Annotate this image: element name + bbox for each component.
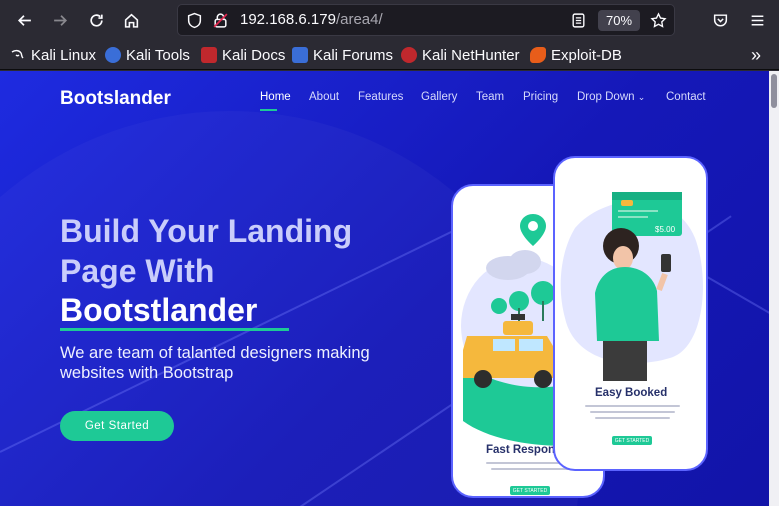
hero-subtitle-line2: websites with Bootstrap (60, 364, 234, 382)
phone-right-text-line (595, 417, 670, 419)
bookmark-star-icon[interactable] (650, 12, 667, 29)
kali-tools-icon (105, 47, 121, 63)
phone-left-button: GET STARTED (510, 486, 550, 495)
hero-subtitle-line1: We are team of talanted designers making (60, 344, 370, 362)
hero-underline (60, 328, 289, 331)
zoom-level[interactable]: 70% (598, 10, 640, 31)
web-page: Bootslander Home About Features Gallery … (0, 71, 769, 506)
bookmark-label: Exploit-DB (551, 46, 622, 64)
hero-title-line1: Build Your Landing (60, 213, 353, 249)
phone-mockup-right: $5.00 Easy Booked GET STARTED (553, 156, 708, 471)
page-scrollbar[interactable] (769, 71, 779, 506)
hamburger-icon (751, 14, 763, 26)
reader-view-icon[interactable] (570, 12, 587, 29)
browser-toolbar: 192.168.6.179/area4/ 70% (0, 0, 779, 40)
nav-pricing[interactable]: Pricing (523, 91, 558, 103)
exploit-db-icon (530, 47, 546, 63)
nav-features[interactable]: Features (358, 91, 403, 103)
bookmark-kali-docs[interactable]: Kali Docs (201, 45, 285, 65)
url-path: /area4/ (335, 11, 383, 28)
forward-arrow-icon (53, 14, 67, 26)
back-arrow-icon (17, 14, 31, 26)
chevron-down-icon: ⌄ (637, 92, 646, 102)
home-icon (124, 13, 138, 28)
bookmark-kali-tools[interactable]: Kali Tools (105, 45, 190, 65)
pocket-icon (713, 13, 727, 27)
bookmark-kali-nethunter[interactable]: Kali NetHunter (401, 45, 520, 65)
shield-icon[interactable] (186, 12, 203, 29)
nav-gallery[interactable]: Gallery (421, 91, 457, 103)
kali-docs-icon (201, 47, 217, 63)
nav-active-indicator (260, 109, 277, 111)
nav-home[interactable]: Home (260, 91, 291, 103)
booking-person-illustration (560, 192, 703, 381)
bookmarks-bar: Kali Linux Kali Tools Kali Docs Kali For… (0, 40, 779, 70)
bookmark-kali-forums[interactable]: Kali Forums (292, 45, 393, 65)
url-host: 192.168.6.179 (240, 11, 336, 28)
url-bar[interactable]: 192.168.6.179/area4/ 70% (177, 4, 675, 36)
double-chevron-icon: » (751, 44, 762, 65)
forward-button[interactable] (46, 6, 74, 34)
home-button[interactable] (117, 6, 145, 34)
kali-dragon-icon (11, 49, 24, 59)
nav-about[interactable]: About (309, 91, 339, 103)
back-button[interactable] (10, 6, 38, 34)
bookmark-label: Kali Linux (31, 46, 97, 64)
reload-icon (89, 13, 103, 27)
hero-title-highlight: Bootstlander (60, 292, 258, 328)
nav-contact[interactable]: Contact (666, 91, 706, 103)
phone-right-title: Easy Booked (595, 387, 668, 399)
get-started-button[interactable]: Get Started (60, 411, 174, 441)
phone-right-button: GET STARTED (612, 436, 652, 445)
price-tag: $5.00 (655, 225, 676, 234)
site-logo[interactable]: Bootslander (60, 88, 171, 110)
url-text[interactable]: 192.168.6.179/area4/ (240, 11, 383, 28)
nav-team[interactable]: Team (476, 91, 504, 103)
kali-nethunter-icon (401, 47, 417, 63)
bookmark-label: Kali NetHunter (422, 46, 520, 64)
menu-button[interactable] (743, 6, 771, 34)
phone-left-title: Fast Respon (486, 444, 556, 456)
bookmark-exploit-db[interactable]: Exploit-DB (530, 45, 622, 65)
scrollbar-thumb[interactable] (771, 74, 777, 108)
bookmarks-overflow-button[interactable]: » (751, 45, 761, 65)
pocket-button[interactable] (706, 6, 734, 34)
insecure-lock-icon[interactable] (212, 12, 229, 29)
bookmark-label: Kali Docs (222, 46, 286, 64)
reload-button[interactable] (82, 6, 110, 34)
bookmark-label: Kali Forums (313, 46, 394, 64)
hero-title-line2: Page With (60, 253, 215, 289)
nav-dropdown-label: Drop Down (577, 91, 635, 103)
kali-forums-icon (292, 47, 308, 63)
nav-dropdown[interactable]: Drop Down ⌄ (577, 91, 645, 103)
phone-right-text-line (590, 411, 675, 413)
bookmark-kali-linux[interactable]: Kali Linux (10, 45, 96, 65)
phone-right-text-line (585, 405, 680, 407)
bookmark-label: Kali Tools (126, 46, 190, 64)
